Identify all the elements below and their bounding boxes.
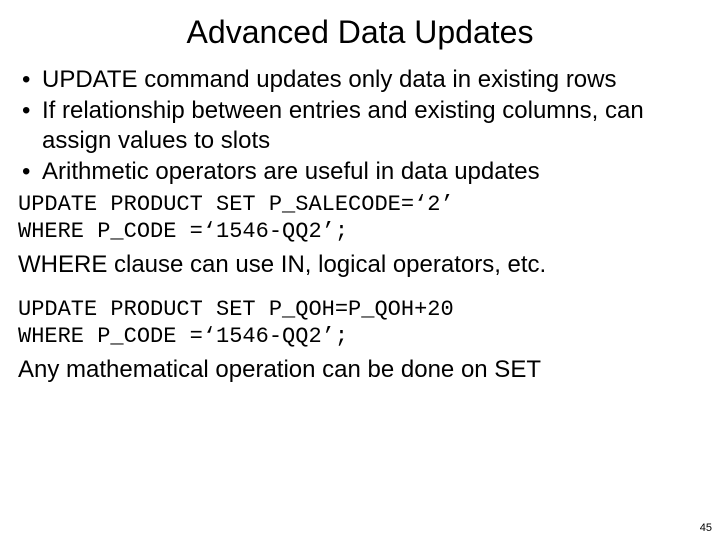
body-text-2: Any mathematical operation can be done o… bbox=[18, 355, 702, 384]
list-item: If relationship between entries and exis… bbox=[20, 96, 702, 155]
slide: Advanced Data Updates UPDATE command upd… bbox=[0, 0, 720, 540]
page-title: Advanced Data Updates bbox=[18, 14, 702, 51]
code-block-2: UPDATE PRODUCT SET P_QOH=P_QOH+20 WHERE … bbox=[18, 297, 702, 351]
body-text-1: WHERE clause can use IN, logical operato… bbox=[18, 250, 702, 279]
page-number: 45 bbox=[700, 522, 712, 534]
bullet-list: UPDATE command updates only data in exis… bbox=[20, 65, 702, 186]
list-item: UPDATE command updates only data in exis… bbox=[20, 65, 702, 94]
code-block-1: UPDATE PRODUCT SET P_SALECODE=‘2’ WHERE … bbox=[18, 192, 702, 246]
list-item: Arithmetic operators are useful in data … bbox=[20, 157, 702, 186]
